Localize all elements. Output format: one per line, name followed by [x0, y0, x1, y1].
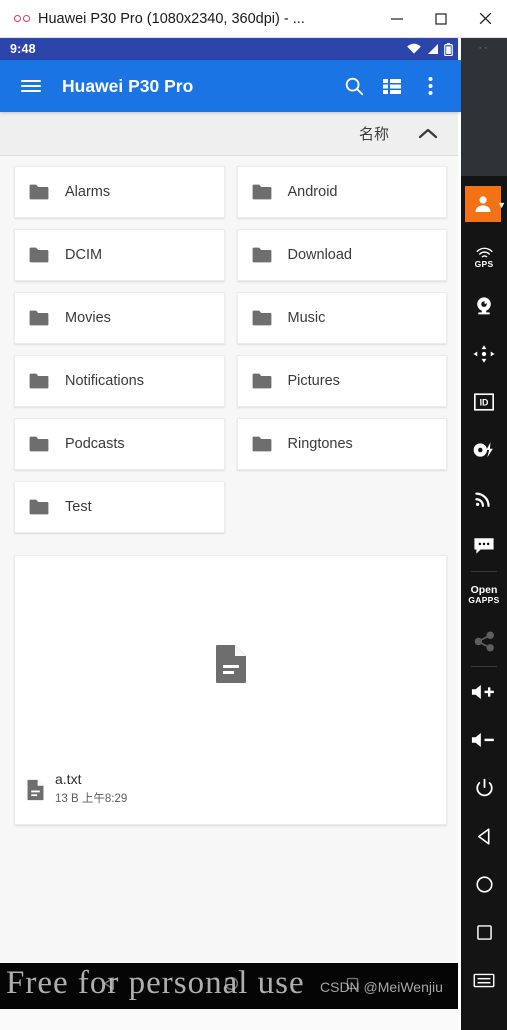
emulator-toolbar: ·· ▼ GPS ID Open GAPPS — [461, 38, 507, 1030]
webcam-icon[interactable] — [461, 282, 507, 330]
id-icon[interactable]: ID — [461, 378, 507, 426]
dpad-icon[interactable] — [461, 330, 507, 378]
gps-label: GPS — [474, 259, 494, 269]
folder-card[interactable]: Download — [236, 229, 447, 281]
cellular-signal-icon — [427, 43, 439, 55]
folder-label: Download — [287, 247, 353, 263]
back-triangle-icon[interactable] — [461, 812, 507, 860]
toolbar-items: GPS ID Open GAPPS — [461, 234, 507, 1004]
open-gapps-line2: GAPPS — [468, 595, 500, 606]
sort-label: 名称 — [358, 126, 389, 143]
folder-card[interactable]: Music — [236, 292, 447, 344]
folder-icon — [29, 373, 53, 389]
document-icon — [15, 556, 446, 771]
file-name: a.txt — [55, 771, 82, 788]
folder-label: Music — [287, 310, 326, 326]
maximize-button[interactable] — [419, 0, 463, 38]
folder-label: Pictures — [287, 373, 340, 389]
folder-icon — [29, 436, 53, 452]
search-icon[interactable] — [335, 67, 373, 105]
status-bar-clock: 9:48 — [10, 42, 36, 56]
svg-text:x: x — [417, 50, 420, 55]
toolbar-top-panel — [461, 38, 507, 176]
toolbar-divider — [471, 666, 497, 667]
folder-label: Test — [65, 499, 92, 515]
folder-label: Podcasts — [65, 436, 125, 452]
gps-icon[interactable]: GPS — [461, 234, 507, 282]
folder-label: DCIM — [65, 247, 103, 263]
sms-icon[interactable] — [461, 522, 507, 570]
volume-up-icon[interactable] — [461, 668, 507, 716]
open-gapps-icon[interactable]: Open GAPPS — [461, 573, 507, 617]
recents-square-icon[interactable] — [461, 908, 507, 956]
svg-text:ID: ID — [480, 398, 489, 408]
app-window: Huawei P30 Pro (1080x2340, 360dpi) - ...… — [0, 0, 507, 1030]
folder-icon — [252, 436, 276, 452]
network-signal-icon[interactable] — [461, 474, 507, 522]
document-icon — [27, 779, 44, 801]
chevron-up-icon[interactable] — [417, 127, 439, 141]
folder-card[interactable]: Android — [236, 166, 447, 218]
folder-card[interactable]: Ringtones — [236, 418, 447, 470]
folder-icon — [252, 184, 276, 200]
folder-icon — [29, 184, 53, 200]
android-status-bar: 9:48 x — [0, 38, 461, 60]
folder-card[interactable]: Movies — [14, 292, 225, 344]
file-card[interactable]: a.txt 13 B 上午8:29 — [14, 555, 447, 825]
app-title: Huawei P30 Pro — [62, 75, 194, 96]
folder-label: Movies — [65, 310, 111, 326]
back-triangle-icon[interactable] — [101, 975, 118, 997]
share-icon[interactable] — [461, 617, 507, 665]
keyboard-icon[interactable] — [461, 956, 507, 1004]
folder-icon — [29, 310, 53, 326]
folder-label: Alarms — [65, 184, 111, 200]
list-view-icon[interactable] — [373, 67, 411, 105]
folder-label: Ringtones — [287, 436, 353, 452]
folder-card[interactable]: Notifications — [14, 355, 225, 407]
battery-icon — [444, 42, 453, 56]
disk-io-icon[interactable] — [461, 426, 507, 474]
android-nav-bar: Free for personal use CSDN @MeiWenjiu — [0, 963, 461, 1009]
folder-card[interactable]: Test — [14, 481, 225, 533]
chevron-down-icon[interactable]: ▼ — [497, 200, 506, 210]
volume-down-icon[interactable] — [461, 716, 507, 764]
window-title: Huawei P30 Pro (1080x2340, 360dpi) - ... — [38, 10, 305, 27]
power-icon[interactable] — [461, 764, 507, 812]
hamburger-menu-icon[interactable] — [12, 67, 50, 105]
folder-icon — [252, 373, 276, 389]
file-browser-content: Alarms Android DCIM Download Movies Music Noti… — [0, 156, 461, 1009]
toolbar-drag-handle[interactable]: ·· — [461, 38, 507, 58]
app-bar: Huawei P30 Pro — [0, 60, 461, 112]
genymotion-icon — [0, 0, 34, 38]
folder-card[interactable]: Podcasts — [14, 418, 225, 470]
folder-icon — [29, 247, 53, 263]
folder-card[interactable]: Alarms — [14, 166, 225, 218]
folder-label: Android — [287, 184, 338, 200]
account-icon[interactable] — [465, 186, 501, 222]
folder-icon — [252, 247, 276, 263]
home-circle-icon[interactable] — [461, 860, 507, 908]
device-screen: 9:48 x Huawei P30 Pro 名称 Alarms Android … — [0, 38, 461, 1030]
folder-icon — [29, 499, 53, 515]
toolbar-divider — [471, 571, 497, 572]
minimize-button[interactable] — [375, 0, 419, 38]
folder-card[interactable]: Pictures — [236, 355, 447, 407]
sort-bar[interactable]: 名称 — [0, 112, 461, 156]
close-button[interactable] — [463, 0, 507, 38]
folder-label: Notifications — [65, 373, 144, 389]
file-details: 13 B 上午8:29 — [55, 793, 128, 806]
home-circle-icon[interactable] — [223, 975, 240, 997]
folder-grid: Alarms Android DCIM Download Movies Music Noti… — [14, 166, 447, 533]
csdn-credit: CSDN @MeiWenjiu — [320, 979, 443, 995]
window-title-bar: Huawei P30 Pro (1080x2340, 360dpi) - ... — [0, 0, 507, 38]
wifi-off-icon: x — [406, 43, 422, 55]
folder-card[interactable]: DCIM — [14, 229, 225, 281]
more-vertical-icon[interactable] — [411, 67, 449, 105]
folder-icon — [252, 310, 276, 326]
